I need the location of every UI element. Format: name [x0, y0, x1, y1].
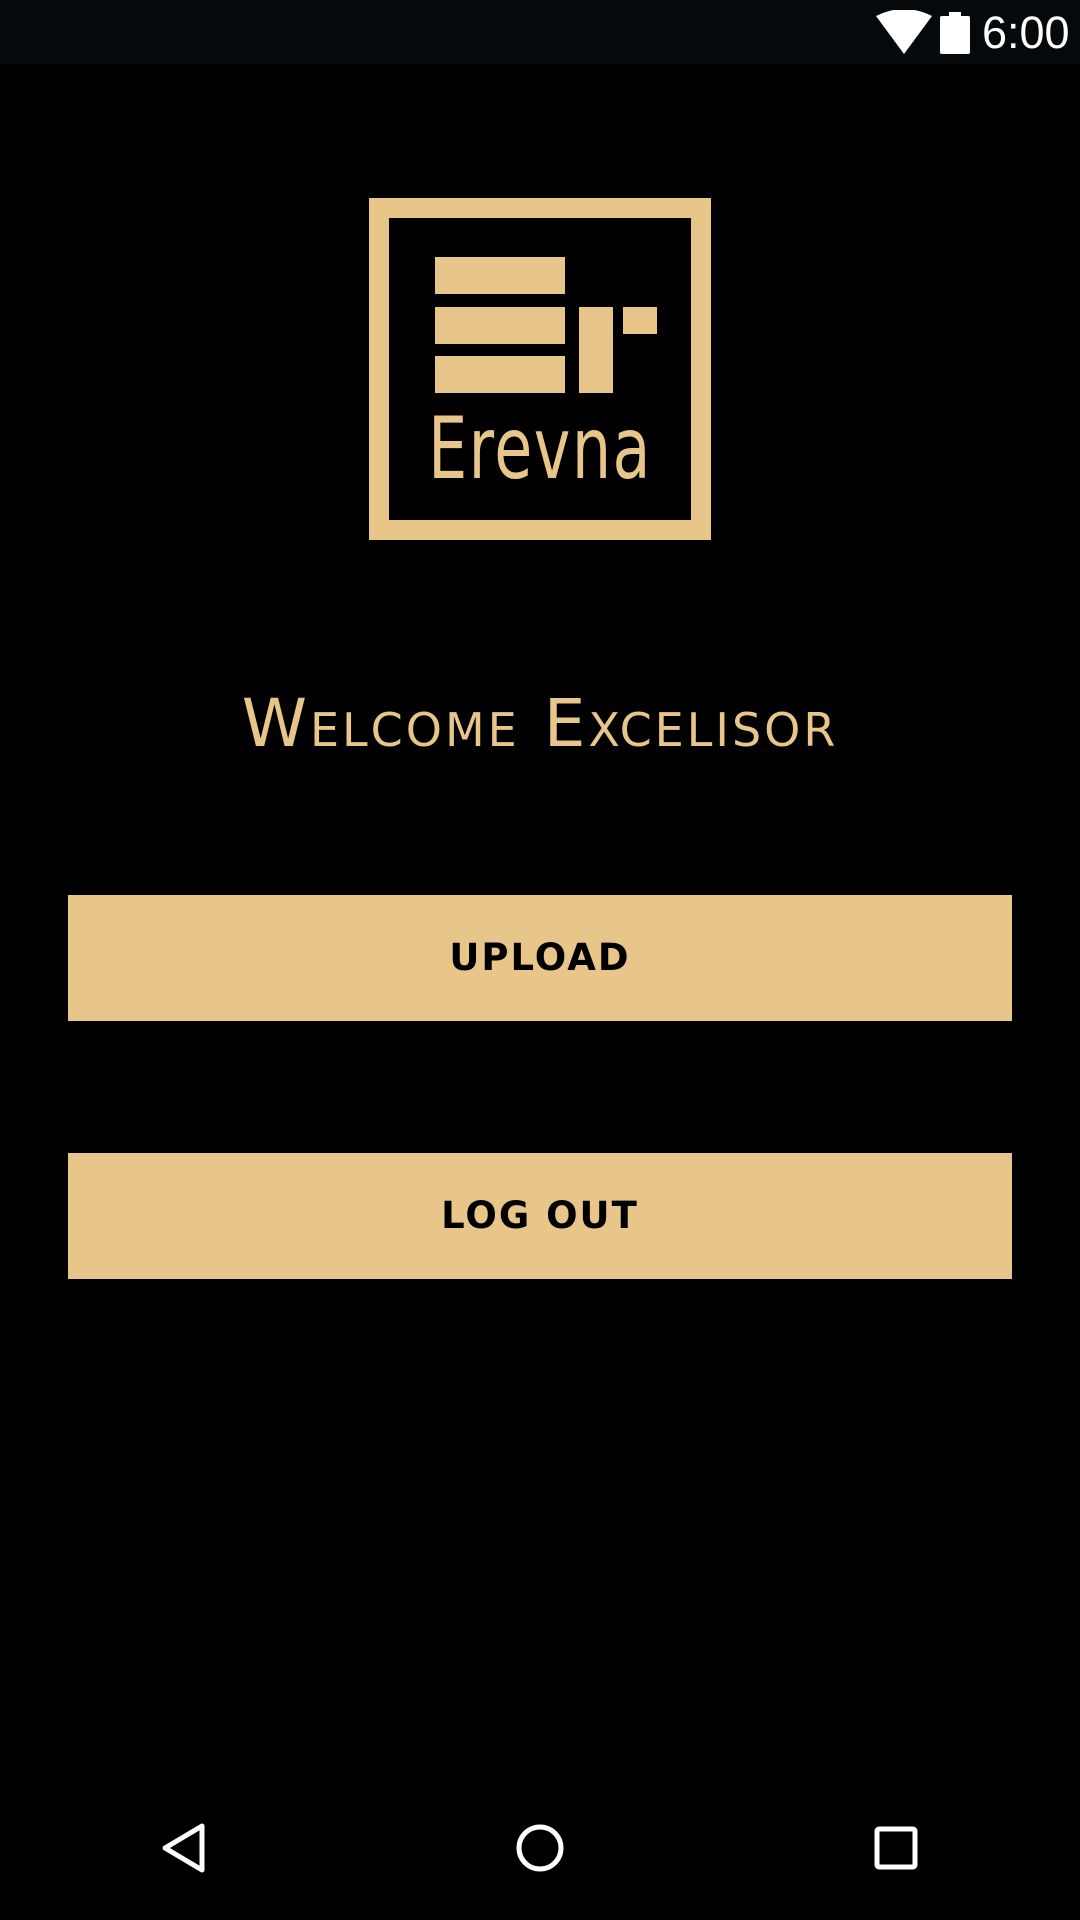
battery-icon [940, 12, 970, 54]
welcome-heading: Welcome Excelisor [241, 685, 839, 762]
home-icon [516, 1824, 564, 1872]
logo-wordmark: Erevna [428, 399, 652, 499]
wifi-icon [876, 10, 932, 54]
nav-back-button[interactable] [104, 1776, 264, 1920]
logout-button[interactable]: LOG OUT [68, 1153, 1012, 1279]
nav-recents-button[interactable] [816, 1776, 976, 1920]
erevna-logo: Erevna [369, 198, 711, 540]
status-time: 6:00 [982, 7, 1070, 58]
upload-button[interactable]: UPLOAD [68, 895, 1012, 1021]
status-bar: 6:00 [0, 0, 1080, 64]
navigation-bar [0, 1776, 1080, 1920]
nav-home-button[interactable] [460, 1776, 620, 1920]
recents-icon [874, 1826, 918, 1870]
back-icon [162, 1823, 205, 1873]
